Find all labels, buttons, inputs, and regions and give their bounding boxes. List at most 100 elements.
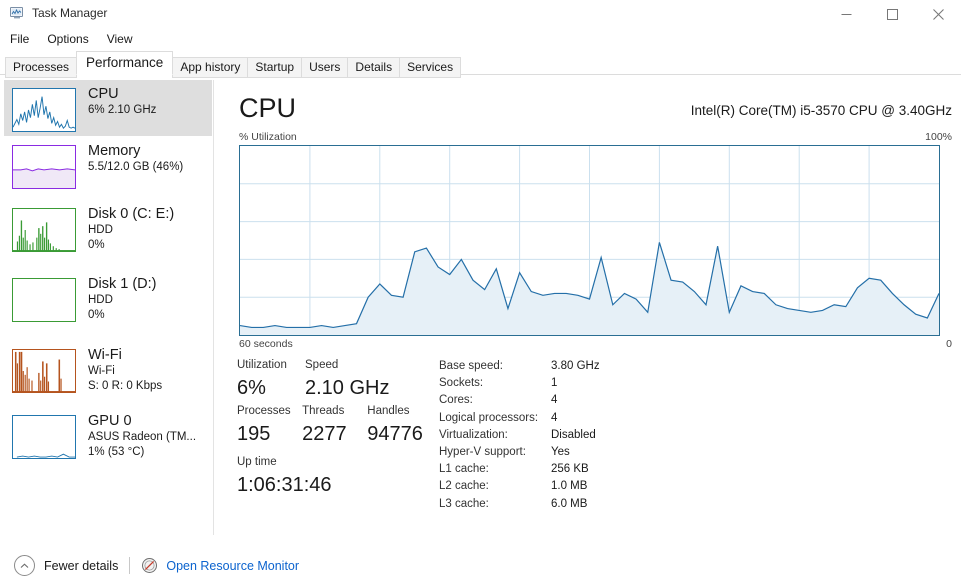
stats-row-1: Utilization 6% Speed 2.10 GHz [237,357,442,403]
status-separator [129,557,131,574]
chart-x-axis-end: 0 [946,338,952,350]
window-title: Task Manager [32,6,108,20]
tab-processes[interactable]: Processes [5,57,78,78]
sidebar-item-sub1: 6% 2.10 GHz [88,104,157,116]
tab-details[interactable]: Details [347,57,401,78]
fewer-details-button[interactable]: Fewer details [44,559,118,573]
spec-value: Yes [551,446,570,459]
cpu-utilization-chart[interactable] [239,145,940,336]
stat-value: 2277 [302,423,347,445]
spec-value: 256 KB [551,463,589,476]
spec-row-virtualization: Virtualization: Disabled [439,427,600,444]
title-bar: Task Manager [0,0,961,28]
sidebar-item-label: GPU 0 [88,413,132,429]
menu-file[interactable]: File [2,30,37,48]
stat-value: 2.10 GHz [305,377,390,399]
spec-key: Hyper-V support: [439,446,526,459]
spec-key: L3 cache: [439,497,489,510]
stat-label: Up time [237,456,277,468]
window-controls [823,0,961,28]
sidebar-item-label: Disk 1 (D:) [88,276,157,292]
status-bar-content: Fewer details Open Resource Monitor [14,555,299,576]
maximize-button[interactable] [869,0,915,28]
tab-startup[interactable]: Startup [247,57,303,78]
sidebar-item-sub2: 0% [88,239,105,251]
stat-value: 1:06:31:46 [237,474,332,496]
stat-label: Utilization [237,359,287,371]
menu-bar: File Options View [0,28,961,49]
disk0-thumbnail-graph [12,208,76,252]
tab-app-history[interactable]: App history [172,57,249,78]
stat-value: 94776 [367,423,423,445]
stats-row-2: Processes 195 Threads 2277 Handles 94776 [237,403,442,449]
stat-label: Threads [302,405,345,417]
spec-key: Sockets: [439,377,484,390]
cpu-specs-block: Base speed: 3.80 GHz Sockets: 1 Cores: 4… [439,358,600,513]
sidebar-item-memory[interactable]: Memory 5.5/12.0 GB (46%) [4,137,212,193]
open-resource-monitor-link[interactable]: Open Resource Monitor [166,559,299,573]
spec-value: Disabled [551,428,596,441]
spec-value: 4 [551,411,558,424]
spec-row-l1-cache: L1 cache: 256 KB [439,461,600,478]
sidebar-item-sub2: 0% [88,309,105,321]
spec-value: 4 [551,394,558,407]
stat-utilization: Utilization 6% [237,357,305,403]
performance-detail-panel: CPU Intel(R) Core(TM) i5-3570 CPU @ 3.40… [225,80,955,535]
screen: Task Manager File Options View Processes… [0,0,961,586]
stat-processes: Processes 195 [237,403,302,449]
disk1-thumbnail-graph [12,278,76,322]
stat-uptime: Up time 1:06:31:46 [237,454,442,500]
sidebar-wifi-text: Wi-Fi Wi-Fi S: 0 R: 0 Kbps [88,345,162,394]
tab-services[interactable]: Services [399,57,462,78]
gpu0-thumbnail-graph [12,415,76,459]
title-bar-left: Task Manager [9,5,107,21]
cpu-stats-block: Utilization 6% Speed 2.10 GHz Processes … [237,357,442,500]
sidebar-divider [213,80,214,535]
minimize-button[interactable] [823,0,869,28]
stat-value: 6% [237,377,266,399]
sidebar-item-sub2: 1% (53 °C) [88,446,145,458]
menu-view[interactable]: View [99,30,141,48]
tab-list: Processes Performance App history Startu… [5,51,462,78]
stat-label: Handles [367,405,410,417]
sidebar-item-disk0[interactable]: Disk 0 (C: E:) HDD 0% [4,200,212,256]
spec-key: Base speed: [439,360,503,372]
stat-speed: Speed 2.10 GHz [305,357,390,403]
close-button[interactable] [915,0,961,28]
resource-sidebar: CPU 6% 2.10 GHz Memory 5.5/12.0 GB (46%) [4,80,212,540]
sidebar-item-sub1: ASUS Radeon (TM... [88,431,197,443]
task-manager-window: Task Manager File Options View Processes… [0,0,961,586]
spec-row-logical-processors: Logical processors: 4 [439,410,600,427]
page-title: CPU [239,93,297,123]
sidebar-item-label: Disk 0 (C: E:) [88,206,175,222]
spec-key: Virtualization: [439,428,508,441]
sidebar-item-sub1: HDD [88,294,113,306]
sidebar-item-disk1[interactable]: Disk 1 (D:) HDD 0% [4,270,212,326]
sidebar-item-gpu0[interactable]: GPU 0 ASUS Radeon (TM... 1% (53 °C) [4,407,212,463]
sidebar-item-wifi[interactable]: Wi-Fi Wi-Fi S: 0 R: 0 Kbps [4,341,212,397]
chart-y-axis-label: % Utilization [239,131,297,143]
menu-options[interactable]: Options [39,30,96,48]
cpu-model-label: Intel(R) Core(TM) i5-3570 CPU @ 3.40GHz [690,103,952,118]
tab-users[interactable]: Users [301,57,349,78]
sidebar-item-sub2: S: 0 R: 0 Kbps [88,380,163,392]
spec-value: 1 [551,377,558,390]
spec-row-l2-cache: L2 cache: 1.0 MB [439,478,600,495]
status-bar: Fewer details Open Resource Monitor [0,545,961,586]
chart-x-axis-label: 60 seconds [239,338,293,350]
sidebar-item-sub1: 5.5/12.0 GB (46%) [88,161,184,173]
sidebar-cpu-text: CPU 6% 2.10 GHz [88,84,156,118]
sidebar-item-cpu[interactable]: CPU 6% 2.10 GHz [4,80,212,136]
sidebar-item-sub1: Wi-Fi [88,365,115,377]
task-manager-icon [9,5,25,21]
sidebar-item-label: CPU [88,86,119,102]
spec-row-hyperv-support: Hyper-V support: Yes [439,444,600,461]
chevron-up-icon[interactable] [14,555,35,576]
cpu-thumbnail-graph [12,88,76,132]
sidebar-gpu0-text: GPU 0 ASUS Radeon (TM... 1% (53 °C) [88,411,196,460]
chart-y-axis-max: 100% [925,131,952,143]
spec-value: 6.0 MB [551,497,588,510]
tab-performance[interactable]: Performance [76,51,174,75]
stat-value: 195 [237,423,271,445]
spec-key: L1 cache: [439,463,489,476]
